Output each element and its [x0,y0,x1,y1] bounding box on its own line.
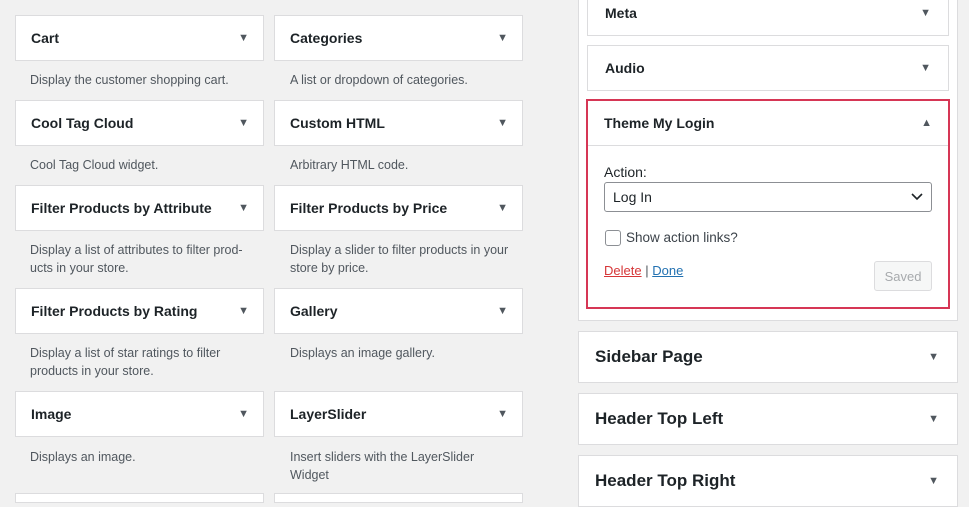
widget-filter-by-price[interactable]: Filter Products by Price ▼ [274,185,523,231]
sidebar-widget-meta[interactable]: Meta ▼ [587,0,949,36]
delete-link[interactable]: Delete [604,263,642,278]
action-select[interactable]: Log In [604,182,932,212]
action-label: Action: [604,164,647,180]
triangle-down-icon[interactable]: ▼ [497,408,508,420]
saved-button[interactable]: Saved [874,261,932,291]
widget-description: Display the customer shopping cart. [30,73,229,87]
widget-partial[interactable] [15,493,264,503]
widget-gallery[interactable]: Gallery ▼ [274,288,523,334]
widget-description: Insert sliders with the LayerSlider Widg… [290,448,530,484]
widget-layerslider[interactable]: LayerSlider ▼ [274,391,523,437]
cutoff-text-row [30,0,530,3]
widget-area-header-top-left[interactable]: Header Top Left ▼ [578,393,958,445]
widget-description: Displays an image gallery. [290,346,435,360]
description-line: ucts in your store. [30,261,129,275]
widget-title: Audio [605,60,645,76]
widget-title: Cool Tag Cloud [31,115,134,131]
widget-description: Display a list of attributes to filter p… [30,241,270,277]
triangle-down-icon[interactable]: ▼ [928,475,939,487]
triangle-down-icon[interactable]: ▼ [497,117,508,129]
widget-title: Filter Products by Price [290,200,448,216]
widget-control-links: Delete | Done [604,263,683,278]
description-line: Insert sliders with the LayerSlider [290,450,475,464]
triangle-down-icon[interactable]: ▼ [238,202,249,214]
widget-title: Filter Products by Attribute [31,200,212,216]
widget-partial[interactable] [274,493,523,503]
widget-title: Meta [605,5,637,21]
widget-cart[interactable]: Cart ▼ [15,15,264,61]
description-line: Display a list of attributes to filter p… [30,243,243,257]
triangle-down-icon[interactable]: ▼ [928,351,939,363]
widget-title: Categories [290,30,363,46]
widget-custom-html[interactable]: Custom HTML ▼ [274,100,523,146]
triangle-down-icon[interactable]: ▼ [238,32,249,44]
widget-title: Image [31,406,72,422]
widget-categories[interactable]: Categories ▼ [274,15,523,61]
widget-area-title: Sidebar Page [595,347,703,366]
description-line: Display a slider to filter products in y… [290,243,509,257]
triangle-down-icon[interactable]: ▼ [928,413,939,425]
widget-header[interactable]: Theme My Login ▲ [588,101,948,146]
chevron-down-icon [911,193,923,201]
widget-title: Custom HTML [290,115,385,131]
widget-title: Theme My Login [604,115,715,131]
widget-title: Cart [31,30,60,46]
widget-description: Cool Tag Cloud widget. [30,158,159,172]
triangle-down-icon[interactable]: ▼ [920,7,931,19]
triangle-down-icon[interactable]: ▼ [920,62,931,74]
widget-title: Gallery [290,303,338,319]
widget-filter-by-attribute[interactable]: Filter Products by Attribute ▼ [15,185,264,231]
widget-cool-tag-cloud[interactable]: Cool Tag Cloud ▼ [15,100,264,146]
triangle-down-icon[interactable]: ▼ [238,305,249,317]
widget-area-title: Header Top Right [595,471,736,490]
description-line: products in your store. [30,364,154,378]
widget-image[interactable]: Image ▼ [15,391,264,437]
widget-description: Display a list of star ratings to filter… [30,344,270,380]
widget-title: Filter Products by Rating [31,303,198,319]
widget-title: LayerSlider [290,406,367,422]
sidebar-widget-audio[interactable]: Audio ▼ [587,45,949,91]
triangle-down-icon[interactable]: ▼ [497,305,508,317]
done-link[interactable]: Done [652,263,683,278]
description-line: Display a list of star ratings to filter [30,346,221,360]
widget-filter-by-rating[interactable]: Filter Products by Rating ▼ [15,288,264,334]
widget-area-header-top-right[interactable]: Header Top Right ▼ [578,455,958,507]
triangle-down-icon[interactable]: ▼ [497,32,508,44]
show-action-links-label[interactable]: Show action links? [626,230,738,245]
triangle-down-icon[interactable]: ▼ [238,408,249,420]
show-action-links-checkbox[interactable] [605,230,621,246]
widget-description: Arbitrary HTML code. [290,158,409,172]
widget-description: Displays an image. [30,450,136,464]
description-line: Widget [290,468,329,482]
link-separator: | [645,263,649,278]
description-line: store by price. [290,261,369,275]
widget-description: Display a slider to filter products in y… [290,241,530,277]
widget-area-sidebar-page[interactable]: Sidebar Page ▼ [578,331,958,383]
triangle-up-icon[interactable]: ▲ [921,117,932,129]
action-select-value: Log In [613,189,652,205]
triangle-down-icon[interactable]: ▼ [497,202,508,214]
triangle-down-icon[interactable]: ▼ [238,117,249,129]
widget-description: A list or dropdown of categories. [290,73,468,87]
widget-area-title: Header Top Left [595,409,724,428]
